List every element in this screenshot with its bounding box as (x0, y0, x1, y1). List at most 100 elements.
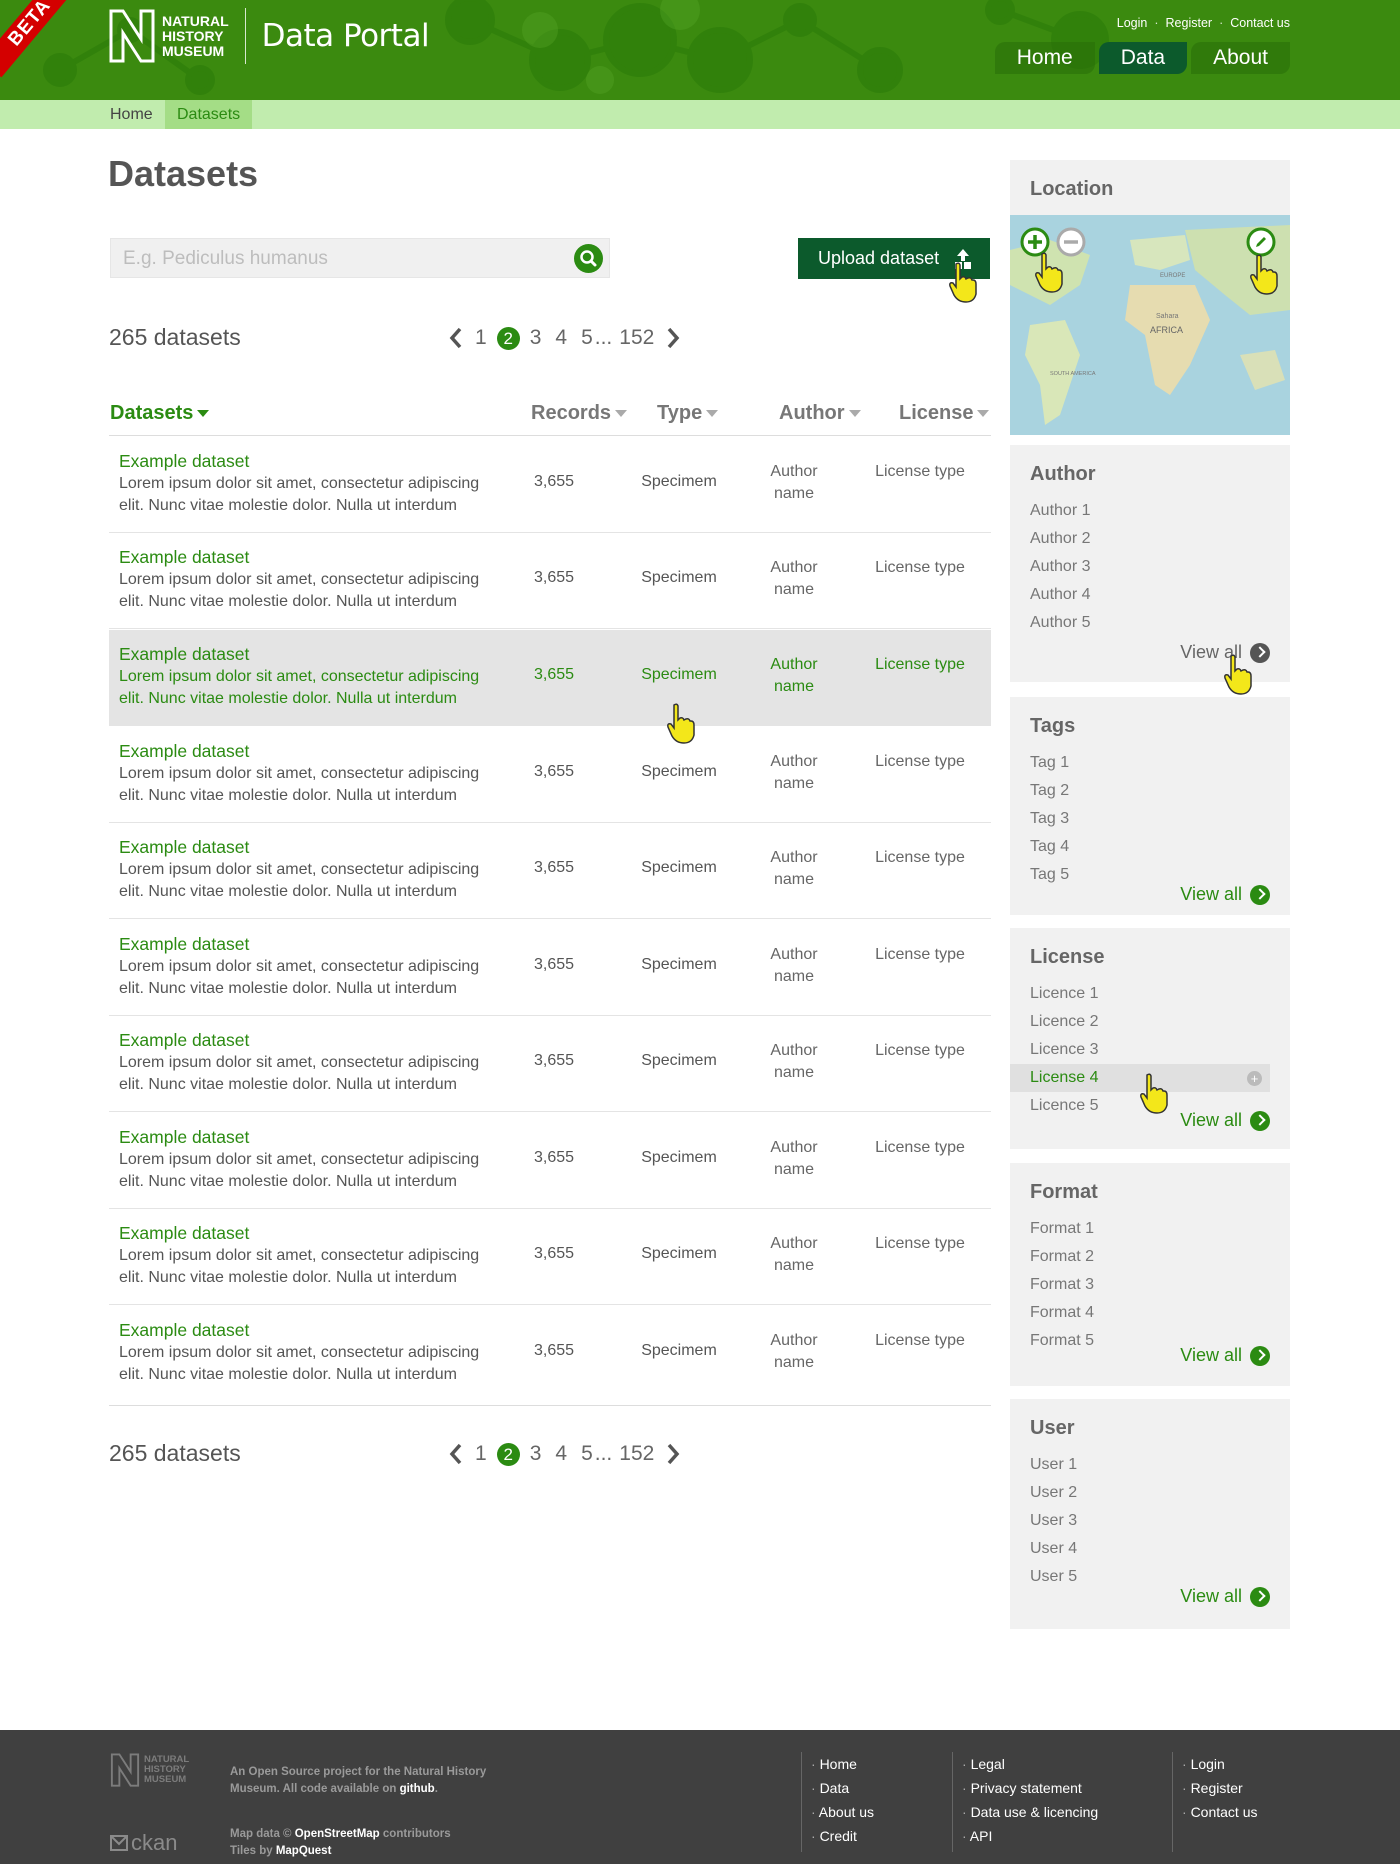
search-input[interactable]: E.g. Pediculus humanus (110, 238, 610, 278)
facet-item[interactable]: Licence 2 (1030, 1008, 1270, 1036)
table-row[interactable]: Example dataset Lorem ipsum dolor sit ame… (109, 823, 991, 919)
view-all-formats-link[interactable]: View all (1180, 1345, 1270, 1366)
dataset-name[interactable]: Example dataset (119, 837, 249, 858)
page-3[interactable]: 3 (530, 1442, 542, 1466)
col-records[interactable]: Records (531, 402, 628, 425)
register-link[interactable]: Register (1166, 16, 1213, 30)
table-row[interactable]: Example dataset Lorem ipsum dolor sit ame… (109, 1306, 991, 1402)
facet-item[interactable]: Format 1 (1030, 1215, 1270, 1243)
footer-link[interactable]: Legal (962, 1752, 1098, 1776)
table-row[interactable]: Example dataset Lorem ipsum dolor sit ame… (109, 1016, 991, 1112)
facet-item[interactable]: Author 2 (1030, 525, 1270, 553)
footer-link[interactable]: Register (1182, 1776, 1258, 1800)
page-152[interactable]: 152 (619, 326, 654, 350)
facet-item[interactable]: Author 1 (1030, 497, 1270, 525)
footer-link[interactable]: Home (811, 1752, 874, 1776)
facet-item[interactable]: Author 4 (1030, 581, 1270, 609)
facet-item[interactable]: Author 5 (1030, 609, 1270, 637)
ckan-logo[interactable]: ckan (110, 1830, 177, 1856)
col-datasets[interactable]: Datasets (110, 402, 210, 425)
page-3[interactable]: 3 (530, 326, 542, 350)
nhm-logo[interactable]: NATURAL HISTORY MUSEUM Data Portal (108, 8, 430, 64)
zoom-out-icon[interactable] (1056, 227, 1086, 257)
facet-item[interactable]: Tag 3 (1030, 805, 1270, 833)
col-license[interactable]: License (899, 402, 990, 425)
footer-link[interactable]: Credit (811, 1824, 874, 1848)
footer-link[interactable]: About us (811, 1800, 874, 1824)
zoom-in-icon[interactable] (1020, 227, 1050, 257)
facet-item[interactable]: Tag 1 (1030, 749, 1270, 777)
col-type[interactable]: Type (657, 402, 719, 425)
mapquest-link[interactable]: MapQuest (276, 1845, 332, 1857)
contact-link[interactable]: Contact us (1230, 16, 1290, 30)
facet-item-highlighted[interactable]: License 4 + (1010, 1064, 1270, 1092)
page-4[interactable]: 4 (555, 326, 567, 350)
next-page-icon[interactable] (661, 1441, 683, 1467)
facet-item[interactable]: User 3 (1030, 1507, 1270, 1535)
footer-link[interactable]: Contact us (1182, 1800, 1258, 1824)
table-row[interactable]: Example dataset Lorem ipsum dolor sit ame… (109, 1209, 991, 1305)
dataset-name[interactable]: Example dataset (119, 741, 249, 762)
footer-logo[interactable]: NATURAL HISTORY MUSEUM (110, 1752, 189, 1788)
footer-link[interactable]: Data use & licencing (962, 1800, 1099, 1824)
view-all-users-link[interactable]: View all (1180, 1586, 1270, 1607)
login-link[interactable]: Login (1117, 16, 1148, 30)
draw-area-icon[interactable] (1246, 227, 1276, 257)
add-filter-icon[interactable]: + (1247, 1071, 1262, 1086)
facet-item[interactable]: Licence 1 (1030, 980, 1270, 1008)
col-author[interactable]: Author (779, 402, 861, 425)
dataset-name[interactable]: Example dataset (119, 644, 249, 665)
dataset-name[interactable]: Example dataset (119, 1127, 249, 1148)
nav-about[interactable]: About (1191, 42, 1290, 74)
facet-item[interactable]: Author 3 (1030, 553, 1270, 581)
table-row-highlighted[interactable]: Example dataset Lorem ipsum dolor sit ame… (109, 630, 991, 726)
view-all-authors-link[interactable]: View all (1180, 642, 1270, 663)
facet-item[interactable]: Format 3 (1030, 1271, 1270, 1299)
footer-link[interactable]: API (962, 1824, 1098, 1848)
search-button[interactable] (574, 244, 603, 273)
page-2-current[interactable]: 2 (496, 1442, 520, 1466)
view-all-licenses-link[interactable]: View all (1180, 1110, 1270, 1131)
location-map[interactable]: Sahara AFRICA EUROPE SOUTH AMERICA (1010, 215, 1290, 435)
dataset-name[interactable]: Example dataset (119, 1223, 249, 1244)
table-row[interactable]: Example dataset Lorem ipsum dolor sit ame… (109, 727, 991, 823)
next-page-icon[interactable] (661, 325, 683, 351)
dataset-name[interactable]: Example dataset (119, 547, 249, 568)
facet-item[interactable]: User 4 (1030, 1535, 1270, 1563)
page-152[interactable]: 152 (619, 1442, 654, 1466)
table-row[interactable]: Example dataset Lorem ipsum dolor sit ame… (109, 1113, 991, 1209)
page-5[interactable]: 5 (581, 1442, 593, 1466)
facet-item[interactable]: Licence 3 (1030, 1036, 1270, 1064)
facet-item[interactable]: Format 2 (1030, 1243, 1270, 1271)
view-all-tags-link[interactable]: View all (1180, 884, 1270, 905)
table-row[interactable]: Example dataset Lorem ipsum dolor sit ame… (109, 437, 991, 533)
footer-link[interactable]: Data (811, 1776, 874, 1800)
page-2-current[interactable]: 2 (496, 326, 520, 350)
facet-item[interactable]: Tag 2 (1030, 777, 1270, 805)
upload-dataset-button[interactable]: Upload dataset (798, 238, 990, 279)
facet-item[interactable]: User 2 (1030, 1479, 1270, 1507)
table-row[interactable]: Example dataset Lorem ipsum dolor sit ame… (109, 533, 991, 629)
page-4[interactable]: 4 (555, 1442, 567, 1466)
page-5[interactable]: 5 (581, 326, 593, 350)
facet-item[interactable]: Tag 4 (1030, 833, 1270, 861)
page-1[interactable]: 1 (475, 326, 487, 350)
dataset-name[interactable]: Example dataset (119, 1030, 249, 1051)
dataset-name[interactable]: Example dataset (119, 1320, 249, 1341)
breadcrumb-home[interactable]: Home (98, 100, 165, 129)
github-link[interactable]: github (400, 1783, 435, 1795)
facet-item[interactable]: User 1 (1030, 1451, 1270, 1479)
prev-page-icon[interactable] (446, 1441, 468, 1467)
footer-link[interactable]: Privacy statement (962, 1776, 1098, 1800)
nav-data[interactable]: Data (1098, 42, 1188, 74)
table-row[interactable]: Example dataset Lorem ipsum dolor sit ame… (109, 920, 991, 1016)
dataset-name[interactable]: Example dataset (119, 934, 249, 955)
dataset-name[interactable]: Example dataset (119, 451, 249, 472)
prev-page-icon[interactable] (446, 325, 468, 351)
openstreetmap-link[interactable]: OpenStreetMap (295, 1828, 380, 1840)
footer-link[interactable]: Login (1182, 1752, 1258, 1776)
sort-caret-icon (615, 410, 628, 418)
page-1[interactable]: 1 (475, 1442, 487, 1466)
nav-home[interactable]: Home (994, 42, 1095, 74)
facet-item[interactable]: Format 4 (1030, 1299, 1270, 1327)
